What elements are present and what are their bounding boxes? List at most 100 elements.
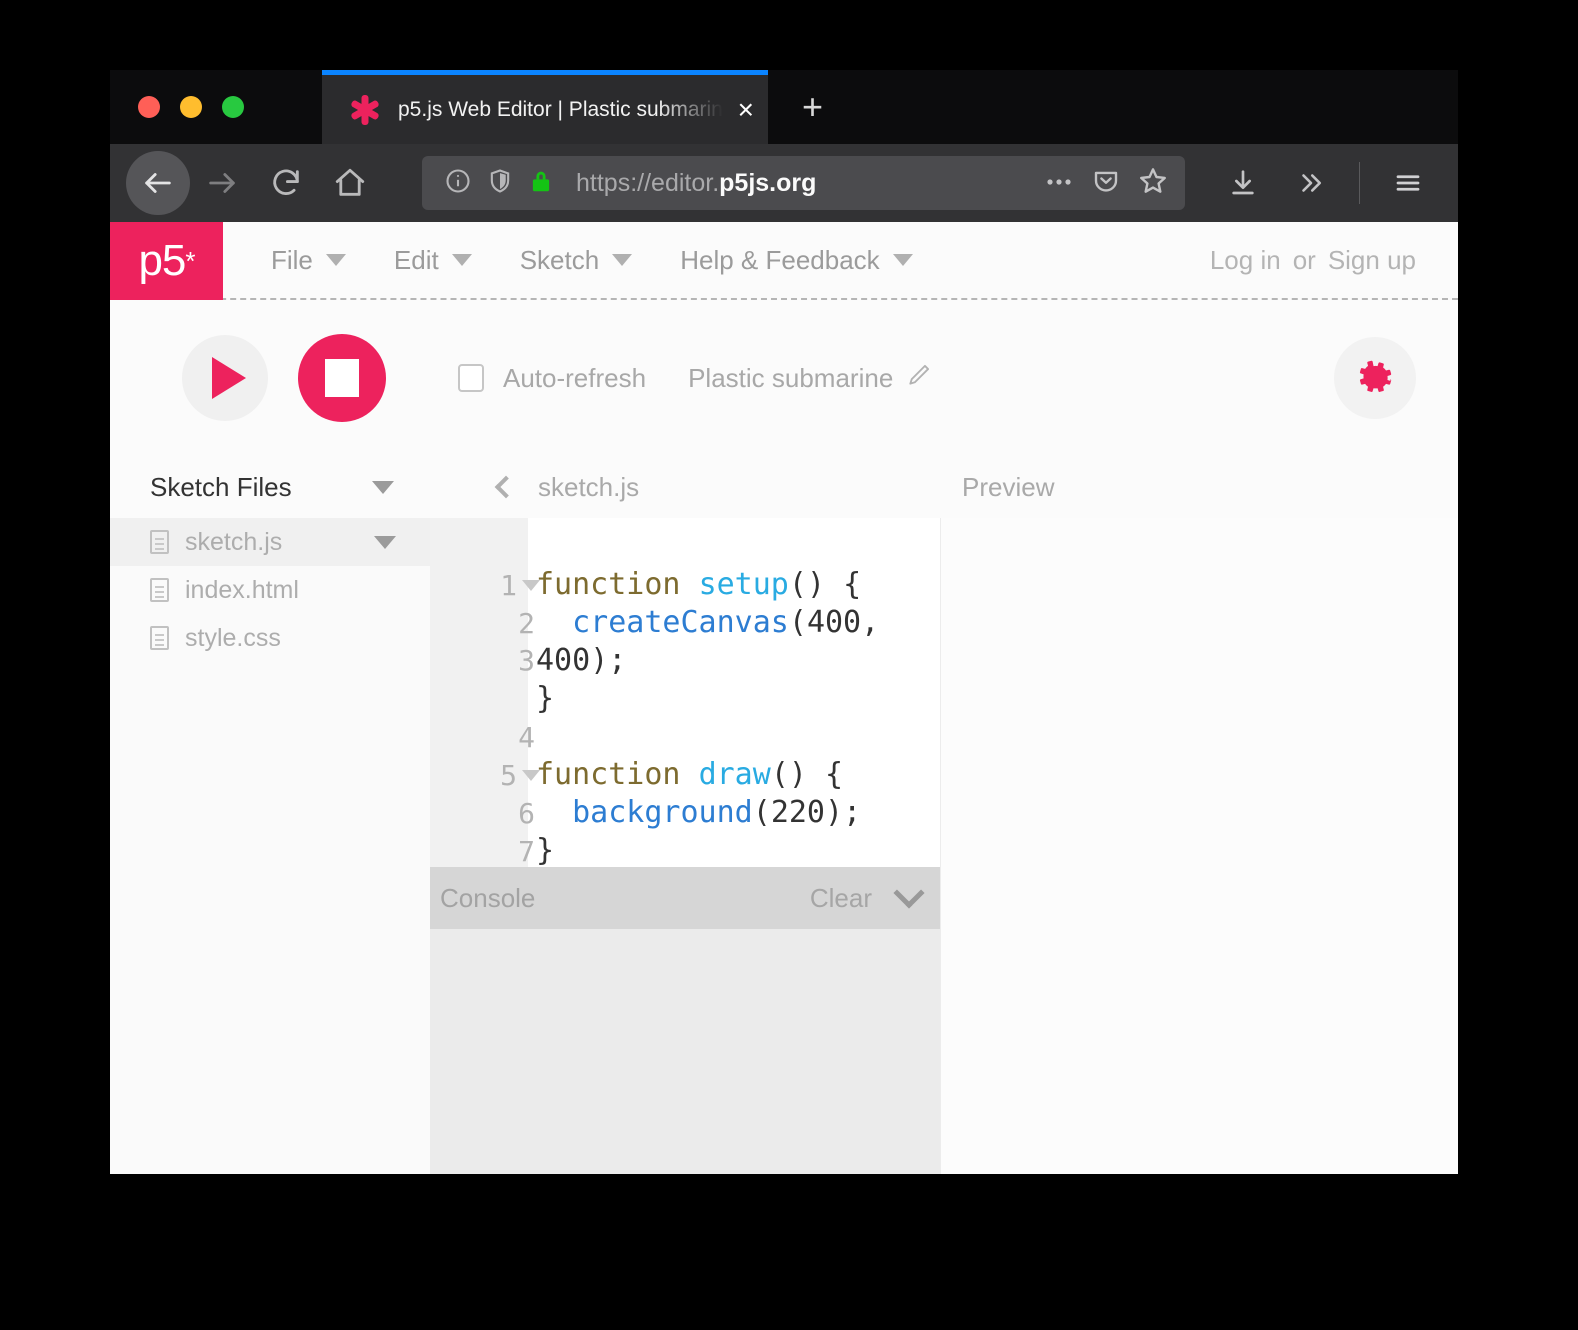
console-title: Console <box>440 882 536 913</box>
chevron-down-icon[interactable] <box>372 480 394 494</box>
auth-or-label: or <box>1292 244 1316 275</box>
new-tab-button[interactable]: + <box>768 89 857 125</box>
fold-triangle-icon[interactable] <box>522 769 540 781</box>
browser-tab[interactable]: p5.js Web Editor | Plastic submarine × <box>322 70 768 144</box>
url-text[interactable]: https://editor.p5js.org <box>576 169 1043 198</box>
gutter-line[interactable]: 1 <box>430 566 540 604</box>
gear-icon <box>1359 360 1392 392</box>
settings-button[interactable] <box>1334 337 1416 419</box>
forward-icon[interactable] <box>190 151 254 215</box>
sketch-name-group[interactable]: Plastic submarine <box>688 362 932 395</box>
toolbar-divider <box>1359 162 1360 204</box>
url-security-icons <box>444 167 554 200</box>
file-name: style.css <box>185 623 281 652</box>
sidebar-item-style-css[interactable]: style.css <box>110 614 430 662</box>
play-button[interactable] <box>182 335 268 421</box>
star-icon[interactable] <box>1137 165 1169 202</box>
code-punctuation <box>554 795 572 830</box>
sidebar-file-list: sketch.js index.html style.css <box>110 518 430 1174</box>
stop-icon <box>325 359 359 397</box>
workspace: sketch.js index.html style.css 1 2 3 4 5… <box>110 518 1458 1174</box>
line-number: 4 <box>518 720 535 754</box>
p5-navbar: p5 * File Edit Sketch Help & Feedback Lo… <box>110 222 1458 300</box>
window-controls <box>110 96 322 118</box>
close-icon[interactable]: × <box>730 95 754 124</box>
url-prefix: https://editor. <box>576 168 720 197</box>
code-punctuation: } <box>536 833 555 868</box>
p5-logo[interactable]: p5 * <box>110 222 223 300</box>
code-punctuation <box>681 757 699 792</box>
hamburger-menu-icon[interactable] <box>1376 151 1440 215</box>
code-punctuation: ) <box>825 795 844 830</box>
lock-icon[interactable] <box>528 167 554 200</box>
login-link[interactable]: Log in <box>1210 245 1281 276</box>
menu-file[interactable]: File <box>247 245 370 276</box>
stop-button[interactable] <box>298 334 386 422</box>
minimize-window-button[interactable] <box>180 96 202 118</box>
code-punctuation: ) <box>788 757 807 792</box>
chevron-left-icon[interactable] <box>494 475 518 499</box>
file-name: sketch.js <box>185 527 283 556</box>
autorefresh-toggle[interactable]: Auto-refresh <box>458 363 646 394</box>
overflow-chevrons-icon[interactable] <box>1279 151 1343 215</box>
code-punctuation <box>681 567 699 602</box>
menu-sketch[interactable]: Sketch <box>496 245 657 276</box>
code-punctuation: ( <box>788 605 807 640</box>
menu-help-feedback[interactable]: Help & Feedback <box>656 245 936 276</box>
gutter-line: 7 <box>430 832 535 870</box>
p5-web-editor: p5 * File Edit Sketch Help & Feedback Lo… <box>110 222 1458 1174</box>
code-number: 220 <box>770 795 825 830</box>
fold-triangle-icon[interactable] <box>522 579 540 591</box>
code-punctuation: ( <box>788 567 807 602</box>
ellipsis-icon[interactable] <box>1043 167 1075 200</box>
console-header[interactable]: Console Clear <box>430 867 940 929</box>
chevron-down-icon[interactable] <box>893 877 925 909</box>
asterisk-icon <box>348 93 382 127</box>
signup-link[interactable]: Sign up <box>1328 245 1416 276</box>
home-icon[interactable] <box>318 151 382 215</box>
close-window-button[interactable] <box>138 96 160 118</box>
p5-logo-star: * <box>185 245 195 276</box>
code-punctuation: ( <box>752 795 771 830</box>
chevron-down-icon[interactable] <box>374 535 396 549</box>
shield-icon[interactable] <box>486 167 514 200</box>
line-number: 2 <box>518 606 535 640</box>
preview-pane <box>940 518 1458 1174</box>
console-panel: Console Clear <box>430 867 940 1174</box>
editor-filename: sketch.js <box>538 471 640 502</box>
sidebar-item-index-html[interactable]: index.html <box>110 566 430 614</box>
sidebar-header[interactable]: Sketch Files <box>110 472 430 503</box>
file-icon <box>150 626 169 650</box>
panel-headers: Sketch Files sketch.js Preview <box>110 456 1458 518</box>
code-function-name: draw <box>698 757 771 792</box>
url-bar-actions <box>1043 165 1169 202</box>
editor-header: sketch.js <box>430 472 940 503</box>
download-icon[interactable] <box>1211 151 1275 215</box>
autorefresh-label: Auto-refresh <box>503 362 647 393</box>
back-icon[interactable] <box>126 151 190 215</box>
pocket-icon[interactable] <box>1091 166 1121 201</box>
clear-console-button[interactable]: Clear <box>810 883 872 914</box>
autorefresh-checkbox[interactable] <box>458 364 484 392</box>
code-punctuation <box>536 605 554 640</box>
info-icon[interactable] <box>444 167 472 200</box>
gutter-line[interactable]: 5 <box>430 756 540 794</box>
console-output <box>430 929 940 1174</box>
menu-file-label: File <box>271 244 313 275</box>
menu-edit[interactable]: Edit <box>370 245 496 276</box>
file-icon <box>150 530 169 554</box>
pencil-icon[interactable] <box>906 362 932 395</box>
url-bar[interactable]: https://editor.p5js.org <box>422 156 1185 210</box>
sketch-name: Plastic submarine <box>688 362 894 393</box>
menu-edit-label: Edit <box>393 244 439 275</box>
gutter-line-spacer: 3 <box>430 642 535 718</box>
code-punctuation: ; <box>843 795 862 830</box>
maximize-window-button[interactable] <box>222 96 244 118</box>
menu-help-feedback-label: Help & Feedback <box>680 244 880 275</box>
sidebar-item-sketch-js[interactable]: sketch.js <box>110 518 430 566</box>
code-keyword: function <box>536 567 681 602</box>
code-function-call: createCanvas <box>572 605 789 640</box>
code-punctuation: ; <box>608 643 627 678</box>
p5-menu-bar: File Edit Sketch Help & Feedback <box>223 222 937 298</box>
reload-icon[interactable] <box>254 151 318 215</box>
